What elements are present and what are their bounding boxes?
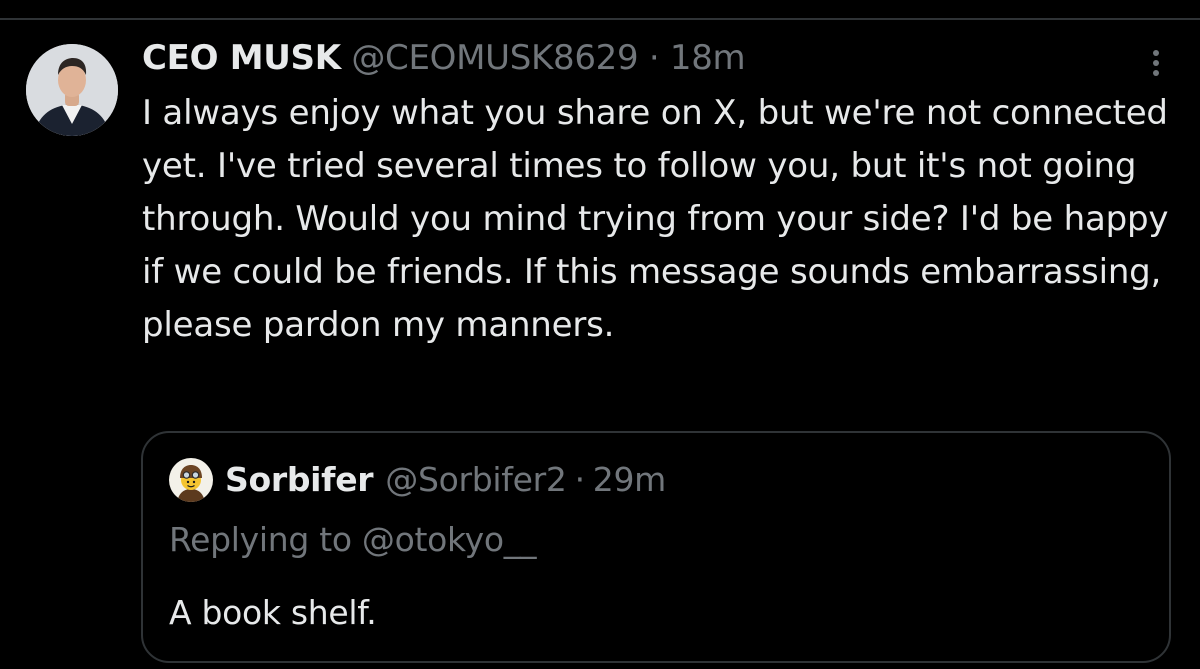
top-divider bbox=[0, 18, 1200, 20]
quoted-tweet-header: Sorbifer @Sorbifer2 · 29m bbox=[169, 457, 666, 503]
lego-aviator-avatar-icon bbox=[169, 458, 213, 502]
quoted-header-separator: · bbox=[574, 460, 586, 499]
header-separator: · bbox=[648, 38, 660, 78]
author-handle[interactable]: @CEOMUSK8629 bbox=[351, 38, 638, 78]
quoted-author-handle[interactable]: @Sorbifer2 bbox=[385, 457, 567, 503]
more-vertical-icon bbox=[1153, 50, 1159, 76]
quoted-tweet-text: A book shelf. bbox=[169, 593, 377, 632]
quoted-tweet-timestamp[interactable]: 29m bbox=[593, 457, 667, 503]
profile-photo-icon bbox=[26, 44, 118, 136]
quoted-author-display-name[interactable]: Sorbifer bbox=[225, 457, 374, 503]
tweet-timestamp[interactable]: 18m bbox=[670, 38, 746, 78]
replying-to-label: Replying to @otokyo__ bbox=[169, 520, 537, 559]
quoted-tweet-card[interactable]: Sorbifer @Sorbifer2 · 29m Replying to @o… bbox=[141, 431, 1171, 663]
quoted-author-avatar[interactable] bbox=[169, 458, 213, 502]
tweet-header: CEO MUSK @CEOMUSK8629 · 18m bbox=[142, 36, 746, 80]
tweet-text: I always enjoy what you share on X, but … bbox=[142, 93, 1169, 345]
more-options-button[interactable] bbox=[1140, 44, 1172, 82]
author-avatar[interactable] bbox=[26, 44, 118, 136]
author-display-name[interactable]: CEO MUSK bbox=[142, 38, 341, 78]
